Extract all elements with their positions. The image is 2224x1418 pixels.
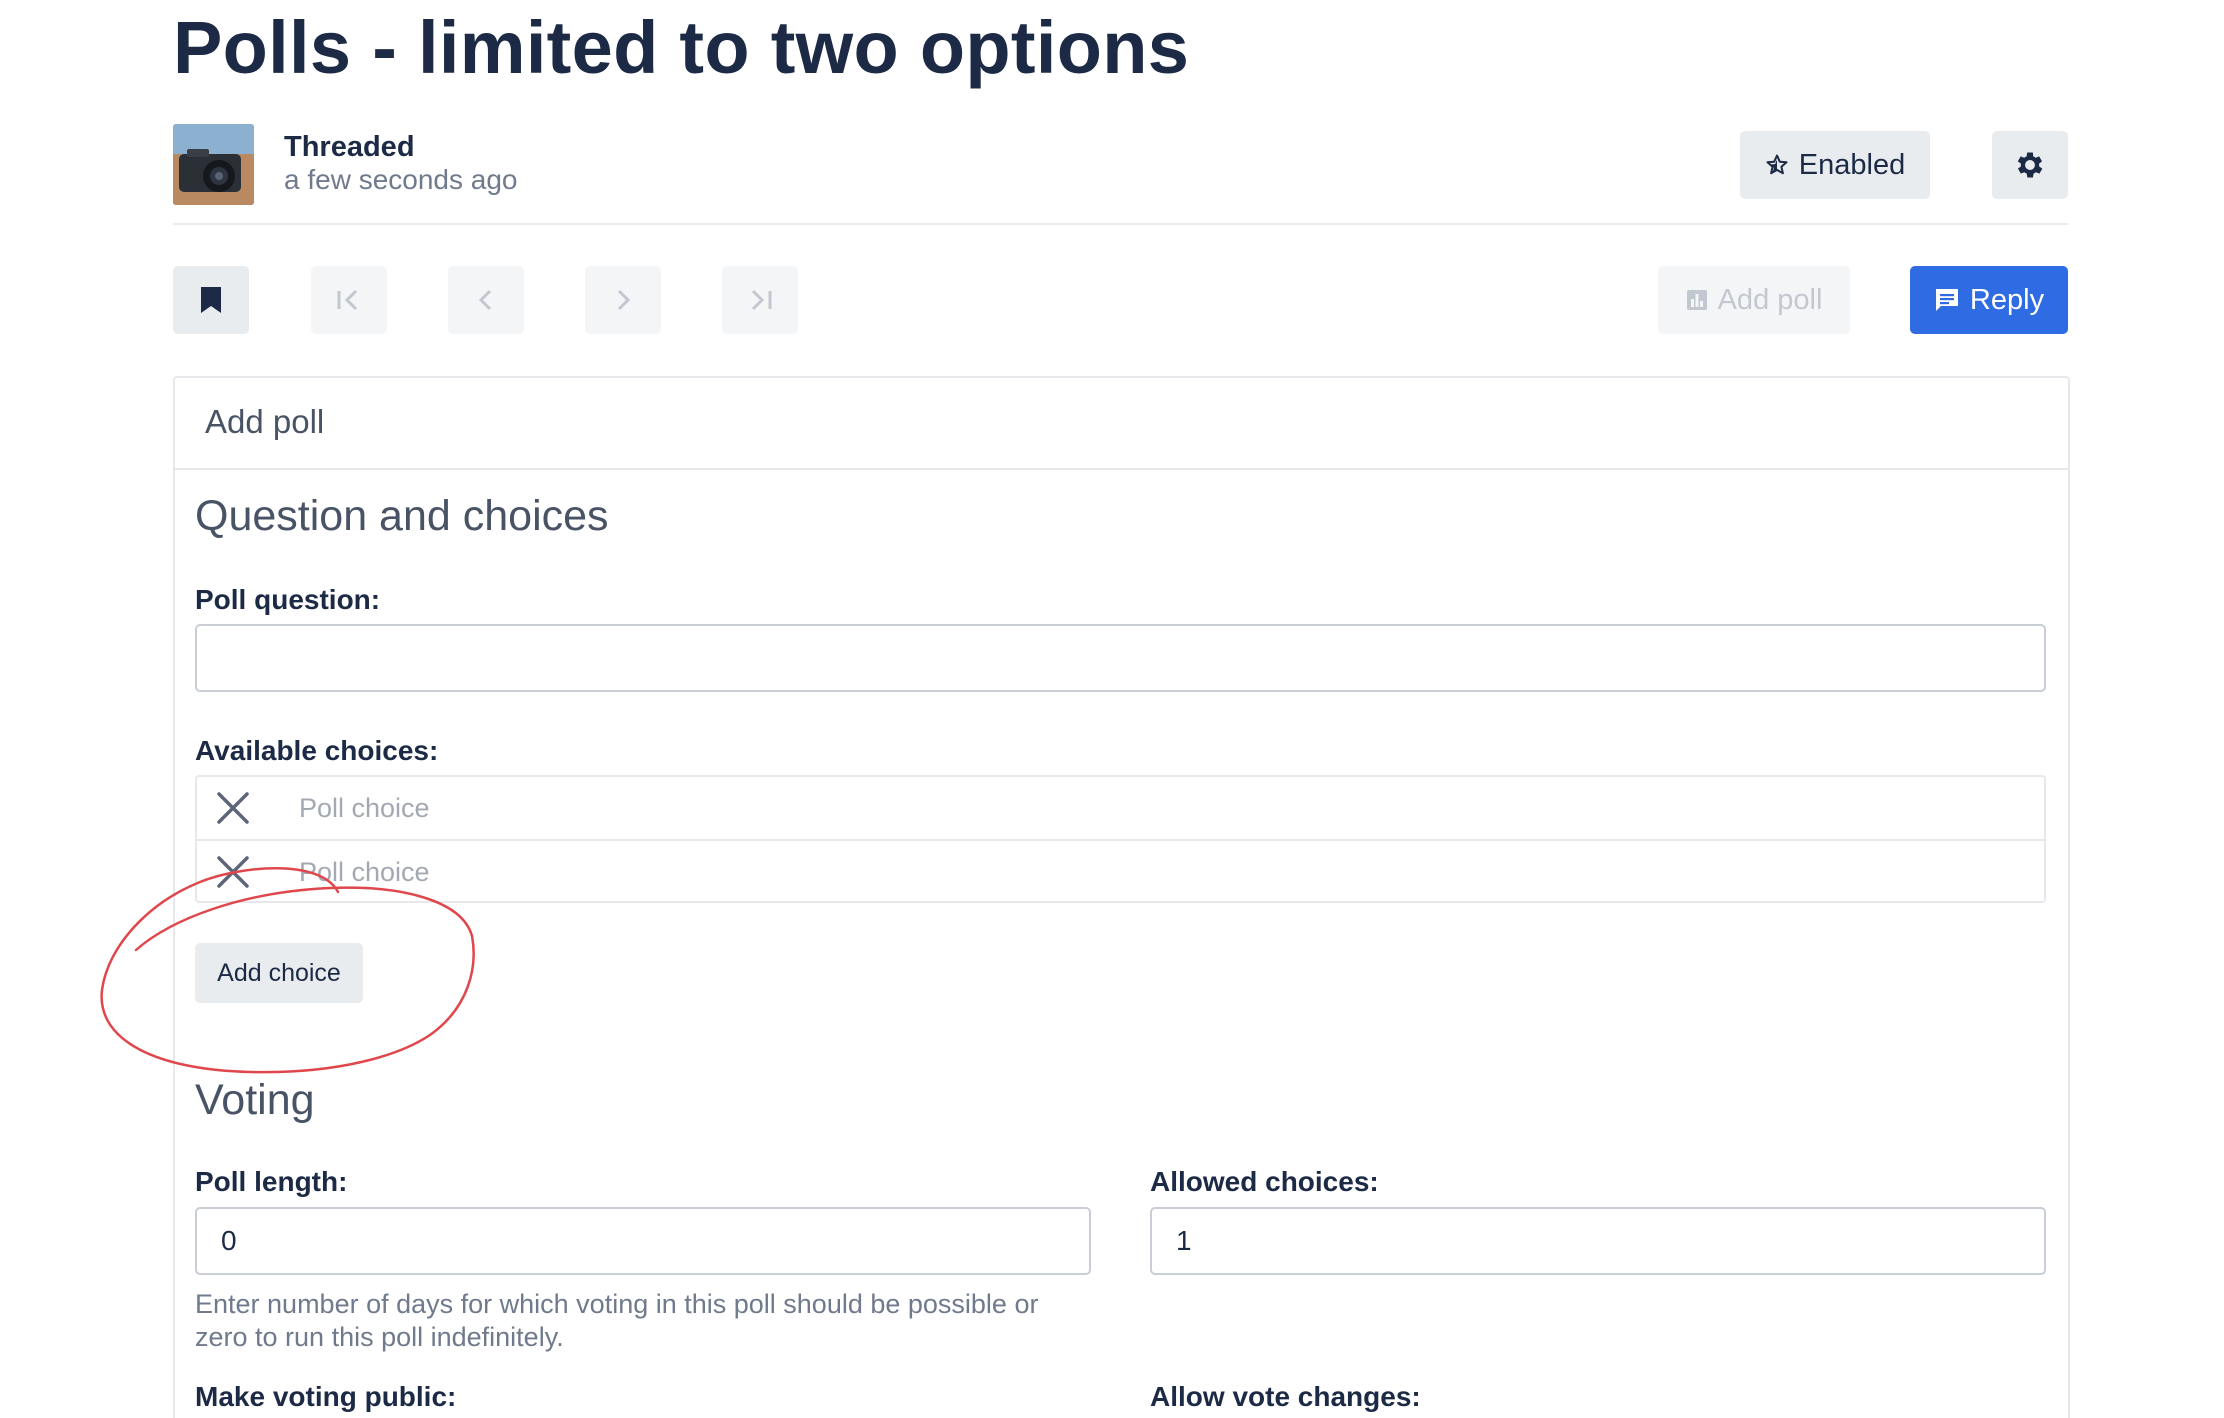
poll-question-label: Poll question:: [195, 584, 381, 615]
thread-settings-button[interactable]: [1992, 131, 2068, 199]
subscription-label: Enabled: [1798, 148, 1906, 181]
choices-list: [195, 775, 2046, 903]
bookmark-icon: [201, 287, 221, 313]
bookmark-button[interactable]: [173, 266, 249, 334]
header-divider: [173, 223, 2068, 225]
poll-length-help: Enter number of days for which voting in…: [195, 1289, 1039, 1352]
next-post-button[interactable]: [585, 266, 661, 334]
poll-form-title: Add poll: [205, 403, 325, 440]
poll-question-input[interactable]: [195, 624, 2046, 692]
choice-row: [197, 839, 2044, 903]
poll-length-input[interactable]: [195, 1207, 1091, 1275]
question-section-title: Question and choices: [195, 492, 609, 540]
avatar[interactable]: [173, 124, 254, 205]
previous-icon: [478, 289, 492, 311]
add-poll-button[interactable]: Add poll: [1658, 266, 1850, 334]
make-voting-public-label: Make voting public:: [195, 1381, 457, 1412]
reply-label: Reply: [1969, 283, 2045, 316]
last-post-button[interactable]: [722, 266, 798, 334]
poll-choice-input[interactable]: [297, 791, 1901, 825]
add-choice-button[interactable]: Add choice: [195, 943, 363, 1003]
allow-vote-changes-label: Allow vote changes:: [1150, 1381, 1421, 1412]
page-title: Polls - limited to two options: [173, 6, 1190, 89]
gear-icon: [2017, 152, 2043, 178]
close-icon: [217, 856, 249, 888]
first-page-icon: [337, 289, 358, 311]
choice-row: [197, 777, 2044, 839]
poll-chart-icon: [1686, 290, 1707, 310]
add-poll-label: Add poll: [1717, 283, 1823, 316]
poll-length-label: Poll length:: [195, 1166, 348, 1197]
next-icon: [617, 289, 631, 311]
camera-photo: [173, 124, 254, 205]
poll-choice-input[interactable]: [297, 855, 1901, 889]
first-post-button[interactable]: [311, 266, 387, 334]
poll-form-header: [175, 378, 2068, 470]
voting-section-title: Voting: [195, 1076, 315, 1124]
close-icon: [217, 792, 249, 824]
thread-author[interactable]: Threaded: [284, 131, 415, 164]
star-icon: [1766, 154, 1788, 175]
reply-button[interactable]: Reply: [1910, 266, 2068, 334]
available-choices-label: Available choices:: [195, 735, 439, 766]
add-choice-label: Add choice: [217, 958, 341, 987]
remove-choice-button[interactable]: [213, 852, 253, 892]
remove-choice-button[interactable]: [213, 788, 253, 828]
comment-icon: [1935, 289, 1958, 311]
allowed-choices-label: Allowed choices:: [1150, 1166, 1379, 1197]
allowed-choices-input[interactable]: [1150, 1207, 2046, 1275]
last-page-icon: [751, 289, 772, 311]
posted-time: a few seconds ago: [284, 164, 518, 195]
subscription-button[interactable]: Enabled: [1740, 131, 1930, 199]
previous-post-button[interactable]: [448, 266, 524, 334]
